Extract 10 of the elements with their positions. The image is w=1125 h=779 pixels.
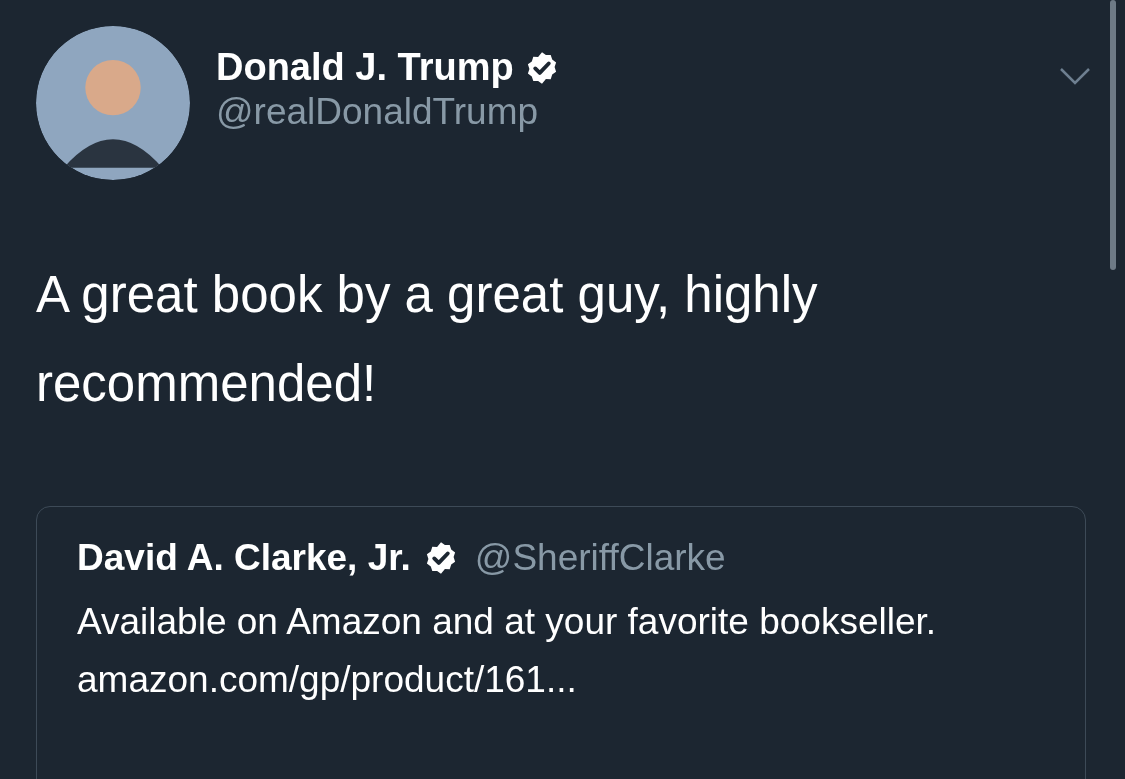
- quoted-link[interactable]: amazon.com/gp/product/161...: [77, 651, 577, 709]
- avatar[interactable]: [36, 26, 190, 180]
- author-handle[interactable]: @realDonaldTrump: [216, 91, 560, 133]
- scrollbar[interactable]: [1110, 0, 1116, 270]
- quoted-tweet-card[interactable]: David A. Clarke, Jr. @SheriffClarke Available on Amazon and at your favorite bookseller. amazon.com/gp/product/161...: [36, 506, 1086, 779]
- author-name[interactable]: Donald J. Trump: [216, 46, 514, 89]
- quoted-tweet-text: Available on Amazon and at your favorite bookseller.: [77, 600, 938, 644]
- quoted-author-handle: @SheriffClarke: [474, 537, 726, 579]
- tweet-text: A great book by a great guy, highly recommended!: [36, 265, 819, 414]
- quoted-author-name: David A. Clarke, Jr.: [77, 537, 411, 579]
